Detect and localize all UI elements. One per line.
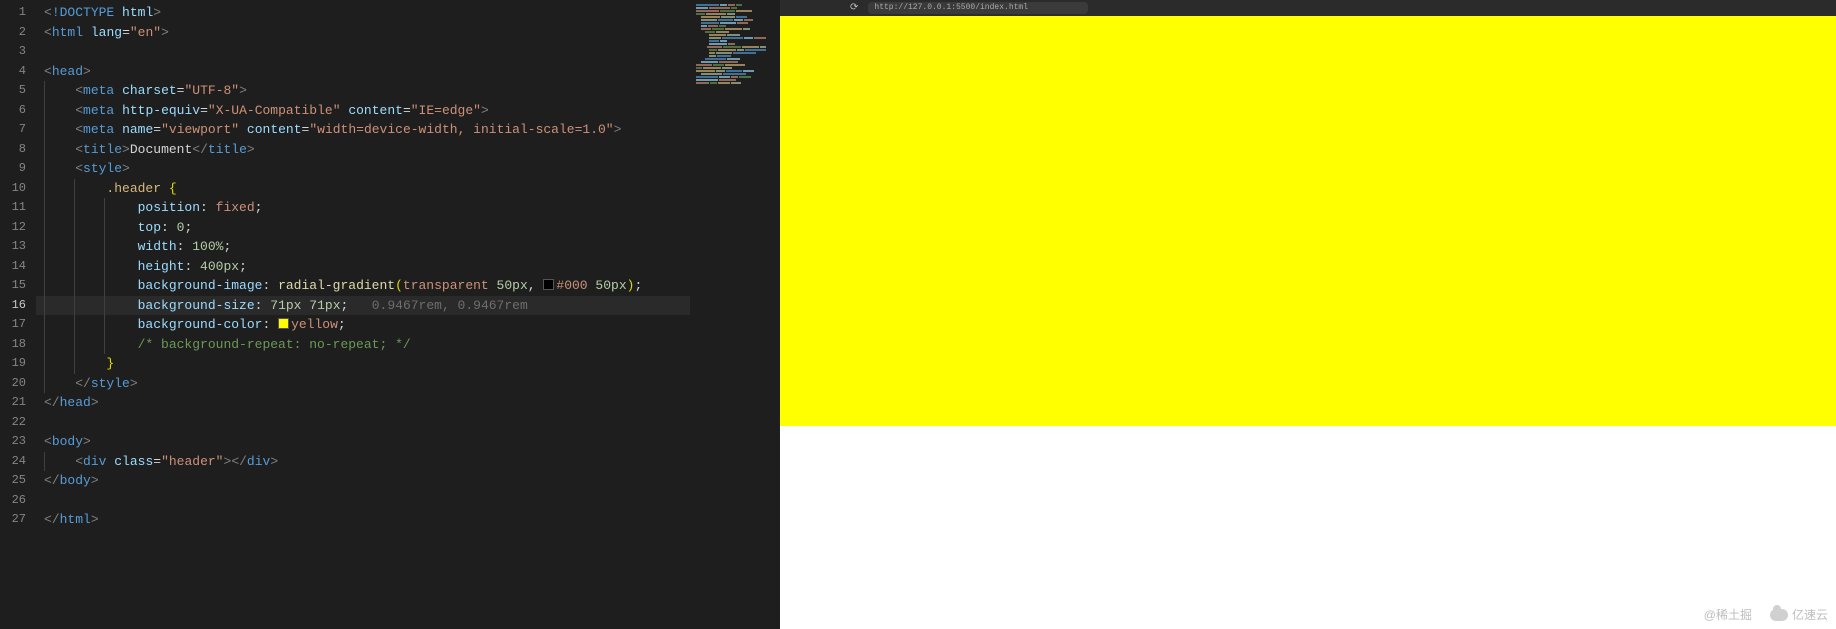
line-number: 11 xyxy=(0,198,36,218)
line-number: 5 xyxy=(0,81,36,101)
code-line[interactable]: <html lang="en"> xyxy=(36,23,780,43)
browser-preview-pane: ⟳ http://127.0.0.1:5500/index.html @稀土掘 … xyxy=(780,0,1836,629)
line-number: 12 xyxy=(0,218,36,238)
address-bar[interactable]: http://127.0.0.1:5500/index.html xyxy=(868,2,1088,14)
line-number: 23 xyxy=(0,432,36,452)
line-number: 16 xyxy=(0,296,36,316)
code-line[interactable] xyxy=(36,491,780,511)
code-text-area[interactable]: <!DOCTYPE html><html lang="en"> <head> <m… xyxy=(36,0,780,629)
code-line[interactable]: background-size: 71px 71px; 0.9467rem, 0… xyxy=(36,296,780,316)
code-line[interactable]: <style> xyxy=(36,159,780,179)
cloud-icon xyxy=(1770,609,1788,621)
vertical-scrollbar[interactable] xyxy=(766,0,780,629)
line-number: 21 xyxy=(0,393,36,413)
line-number: 9 xyxy=(0,159,36,179)
code-line[interactable]: /* background-repeat: no-repeat; */ xyxy=(36,335,780,355)
line-number: 14 xyxy=(0,257,36,277)
code-line[interactable]: } xyxy=(36,354,780,374)
line-number: 26 xyxy=(0,491,36,511)
watermark-logo: 亿速云 xyxy=(1770,606,1828,623)
code-line[interactable]: <title>Document</title> xyxy=(36,140,780,160)
line-number: 3 xyxy=(0,42,36,62)
code-line[interactable]: background-image: radial-gradient(transp… xyxy=(36,276,780,296)
watermark-text: @稀土掘 xyxy=(1704,606,1752,623)
browser-toolbar: ⟳ http://127.0.0.1:5500/index.html xyxy=(780,0,1836,16)
line-number: 25 xyxy=(0,471,36,491)
line-number: 27 xyxy=(0,510,36,530)
code-line[interactable]: width: 100%; xyxy=(36,237,780,257)
refresh-icon[interactable]: ⟳ xyxy=(850,2,858,14)
code-line[interactable]: </style> xyxy=(36,374,780,394)
line-number: 19 xyxy=(0,354,36,374)
line-number: 22 xyxy=(0,413,36,433)
watermark-area: @稀土掘 亿速云 xyxy=(1704,606,1828,623)
watermark-text: 亿速云 xyxy=(1792,606,1828,623)
line-number: 24 xyxy=(0,452,36,472)
code-line[interactable]: </body> xyxy=(36,471,780,491)
code-editor-pane[interactable]: 1 2 3 4 5 6 7 8 9 10 11 12 13 14 15 16 1… xyxy=(0,0,780,629)
code-line[interactable]: <meta charset="UTF-8"> xyxy=(36,81,780,101)
code-line[interactable]: .header { xyxy=(36,179,780,199)
line-number: 2 xyxy=(0,23,36,43)
line-number: 1 xyxy=(0,3,36,23)
line-number: 6 xyxy=(0,101,36,121)
code-line[interactable] xyxy=(36,42,780,62)
line-number: 18 xyxy=(0,335,36,355)
line-number: 15 xyxy=(0,276,36,296)
code-line[interactable]: background-color: yellow; xyxy=(36,315,780,335)
line-number: 13 xyxy=(0,237,36,257)
code-line[interactable]: </html> xyxy=(36,510,780,530)
code-line[interactable]: <meta name="viewport" content="width=dev… xyxy=(36,120,780,140)
code-line[interactable]: </head> xyxy=(36,393,780,413)
code-line[interactable]: top: 0; xyxy=(36,218,780,238)
code-line[interactable]: <!DOCTYPE html> xyxy=(36,3,780,23)
code-line[interactable]: <body> xyxy=(36,432,780,452)
preview-yellow-header xyxy=(780,16,1836,426)
line-number: 7 xyxy=(0,120,36,140)
line-number-gutter: 1 2 3 4 5 6 7 8 9 10 11 12 13 14 15 16 1… xyxy=(0,0,36,629)
code-line[interactable] xyxy=(36,413,780,433)
line-number: 8 xyxy=(0,140,36,160)
line-number: 4 xyxy=(0,62,36,82)
line-number: 17 xyxy=(0,315,36,335)
line-number: 20 xyxy=(0,374,36,394)
line-number: 10 xyxy=(0,179,36,199)
code-line[interactable]: <meta http-equiv="X-UA-Compatible" conte… xyxy=(36,101,780,121)
code-line[interactable]: height: 400px; xyxy=(36,257,780,277)
code-line[interactable]: position: fixed; xyxy=(36,198,780,218)
code-line[interactable]: <div class="header"></div> xyxy=(36,452,780,472)
code-line[interactable]: <head> xyxy=(36,62,780,82)
preview-viewport: @稀土掘 亿速云 xyxy=(780,16,1836,629)
